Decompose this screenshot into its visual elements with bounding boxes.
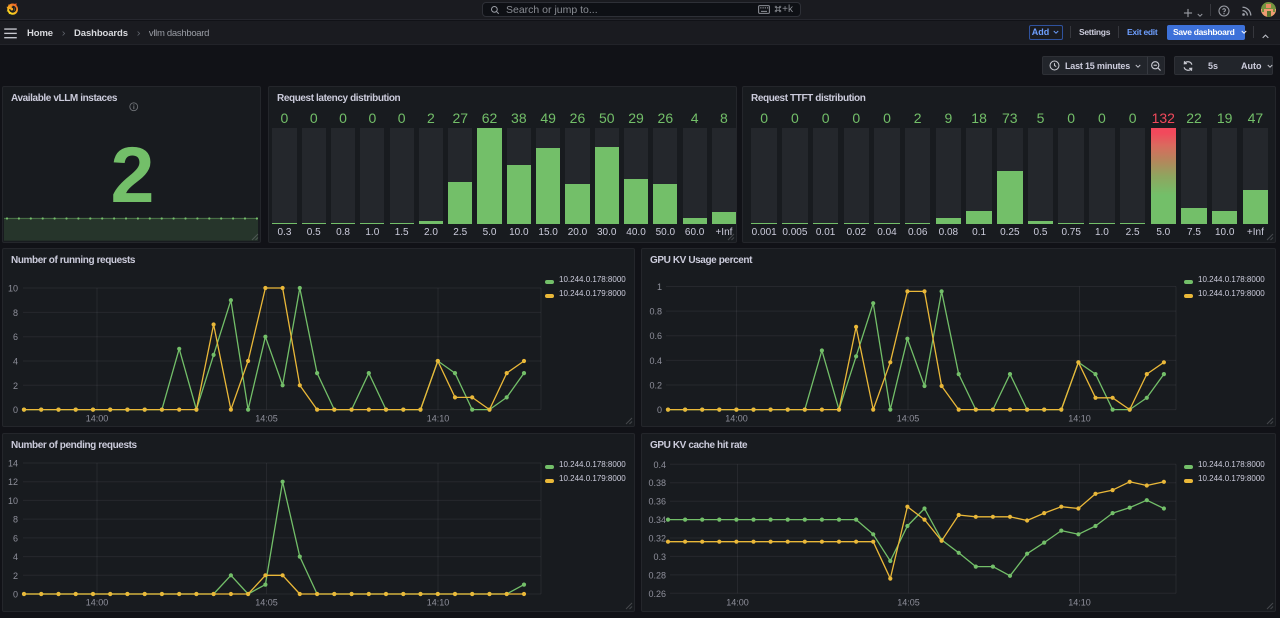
svg-text:4: 4 [13,357,18,367]
svg-text:10: 10 [8,496,18,506]
svg-text:12: 12 [8,477,18,487]
svg-text:14:10: 14:10 [1068,598,1091,608]
svg-text:14:10: 14:10 [1068,414,1091,424]
svg-text:0.4: 0.4 [653,460,666,470]
svg-text:1: 1 [657,282,662,292]
svg-text:2: 2 [13,571,18,581]
svg-text:0: 0 [657,405,662,415]
svg-text:14:00: 14:00 [725,414,748,424]
svg-text:14:00: 14:00 [86,414,109,424]
svg-text:0.28: 0.28 [648,570,666,580]
svg-text:0.38: 0.38 [648,478,666,488]
svg-text:0.32: 0.32 [648,534,666,544]
svg-text:0: 0 [13,590,18,600]
svg-text:0.4: 0.4 [649,356,662,366]
svg-text:0.3: 0.3 [653,552,666,562]
svg-text:0.36: 0.36 [648,497,666,507]
svg-text:14:10: 14:10 [427,598,450,608]
svg-text:14:05: 14:05 [255,414,278,424]
svg-text:8: 8 [13,308,18,318]
svg-text:14:10: 14:10 [427,414,450,424]
svg-text:6: 6 [13,533,18,543]
svg-text:0.2: 0.2 [649,381,662,391]
svg-text:14:05: 14:05 [897,598,920,608]
svg-text:0.34: 0.34 [648,515,666,525]
svg-text:0: 0 [13,405,18,415]
svg-text:2: 2 [13,381,18,391]
svg-text:8: 8 [13,515,18,525]
svg-text:14:05: 14:05 [897,414,920,424]
svg-text:14: 14 [8,459,18,469]
svg-text:14:05: 14:05 [255,598,278,608]
svg-text:14:00: 14:00 [726,598,749,608]
svg-text:0.8: 0.8 [649,307,662,317]
svg-text:4: 4 [13,552,18,562]
svg-text:0.6: 0.6 [649,331,662,341]
svg-text:6: 6 [13,332,18,342]
svg-text:14:00: 14:00 [86,598,109,608]
svg-text:0.26: 0.26 [648,589,666,599]
svg-text:10: 10 [8,284,18,294]
